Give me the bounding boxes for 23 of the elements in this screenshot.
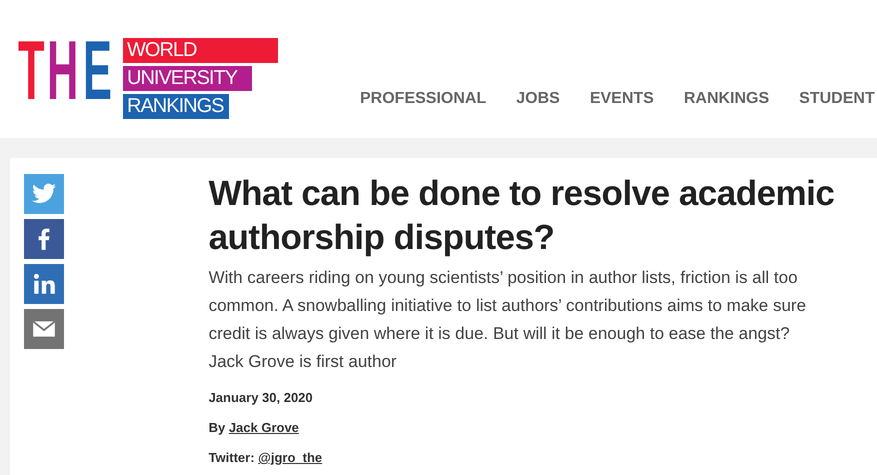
nav-link[interactable]: STUDENT: [799, 88, 875, 110]
twitter-label: Twitter:: [208, 450, 255, 465]
logo-band: UNIVERSITY: [123, 66, 252, 91]
article-date: January 30, 2020: [208, 390, 314, 406]
logo-letter: H: [46, 30, 78, 114]
article-standfirst: With careers riding on young scientists’ position in author lists, friction is all too common. A snowballing initiative to list authors’ contributions aims to make sure credit is always given where it is due. But will it be enough to ease the angst? Jack Grove is first author: [208, 267, 808, 373]
twitter-share-button[interactable]: [24, 174, 64, 214]
byline-label: By: [208, 420, 226, 435]
nav-link[interactable]: EVENTS: [590, 88, 654, 110]
logo-letter: T: [18, 30, 44, 114]
nav-link[interactable]: RANKINGS: [684, 88, 770, 110]
logo-letter: E: [82, 30, 112, 114]
logo-band: RANKINGS: [123, 94, 230, 119]
facebook-share-button[interactable]: [24, 219, 64, 259]
twitter-handle-link[interactable]: @jgro_the: [258, 450, 322, 465]
nav-link[interactable]: JOBS: [516, 88, 560, 110]
author-link[interactable]: Jack Grove: [228, 420, 299, 435]
linkedin-share-button[interactable]: [24, 264, 64, 304]
linkedin-in-icon: [31, 271, 57, 297]
article-title: What can be done to resolve academic authorship disputes?: [208, 173, 836, 259]
email-share-button[interactable]: [24, 309, 64, 349]
logo-band: WORLD: [123, 38, 278, 63]
nav-link[interactable]: PROFESSIONAL: [360, 88, 486, 110]
